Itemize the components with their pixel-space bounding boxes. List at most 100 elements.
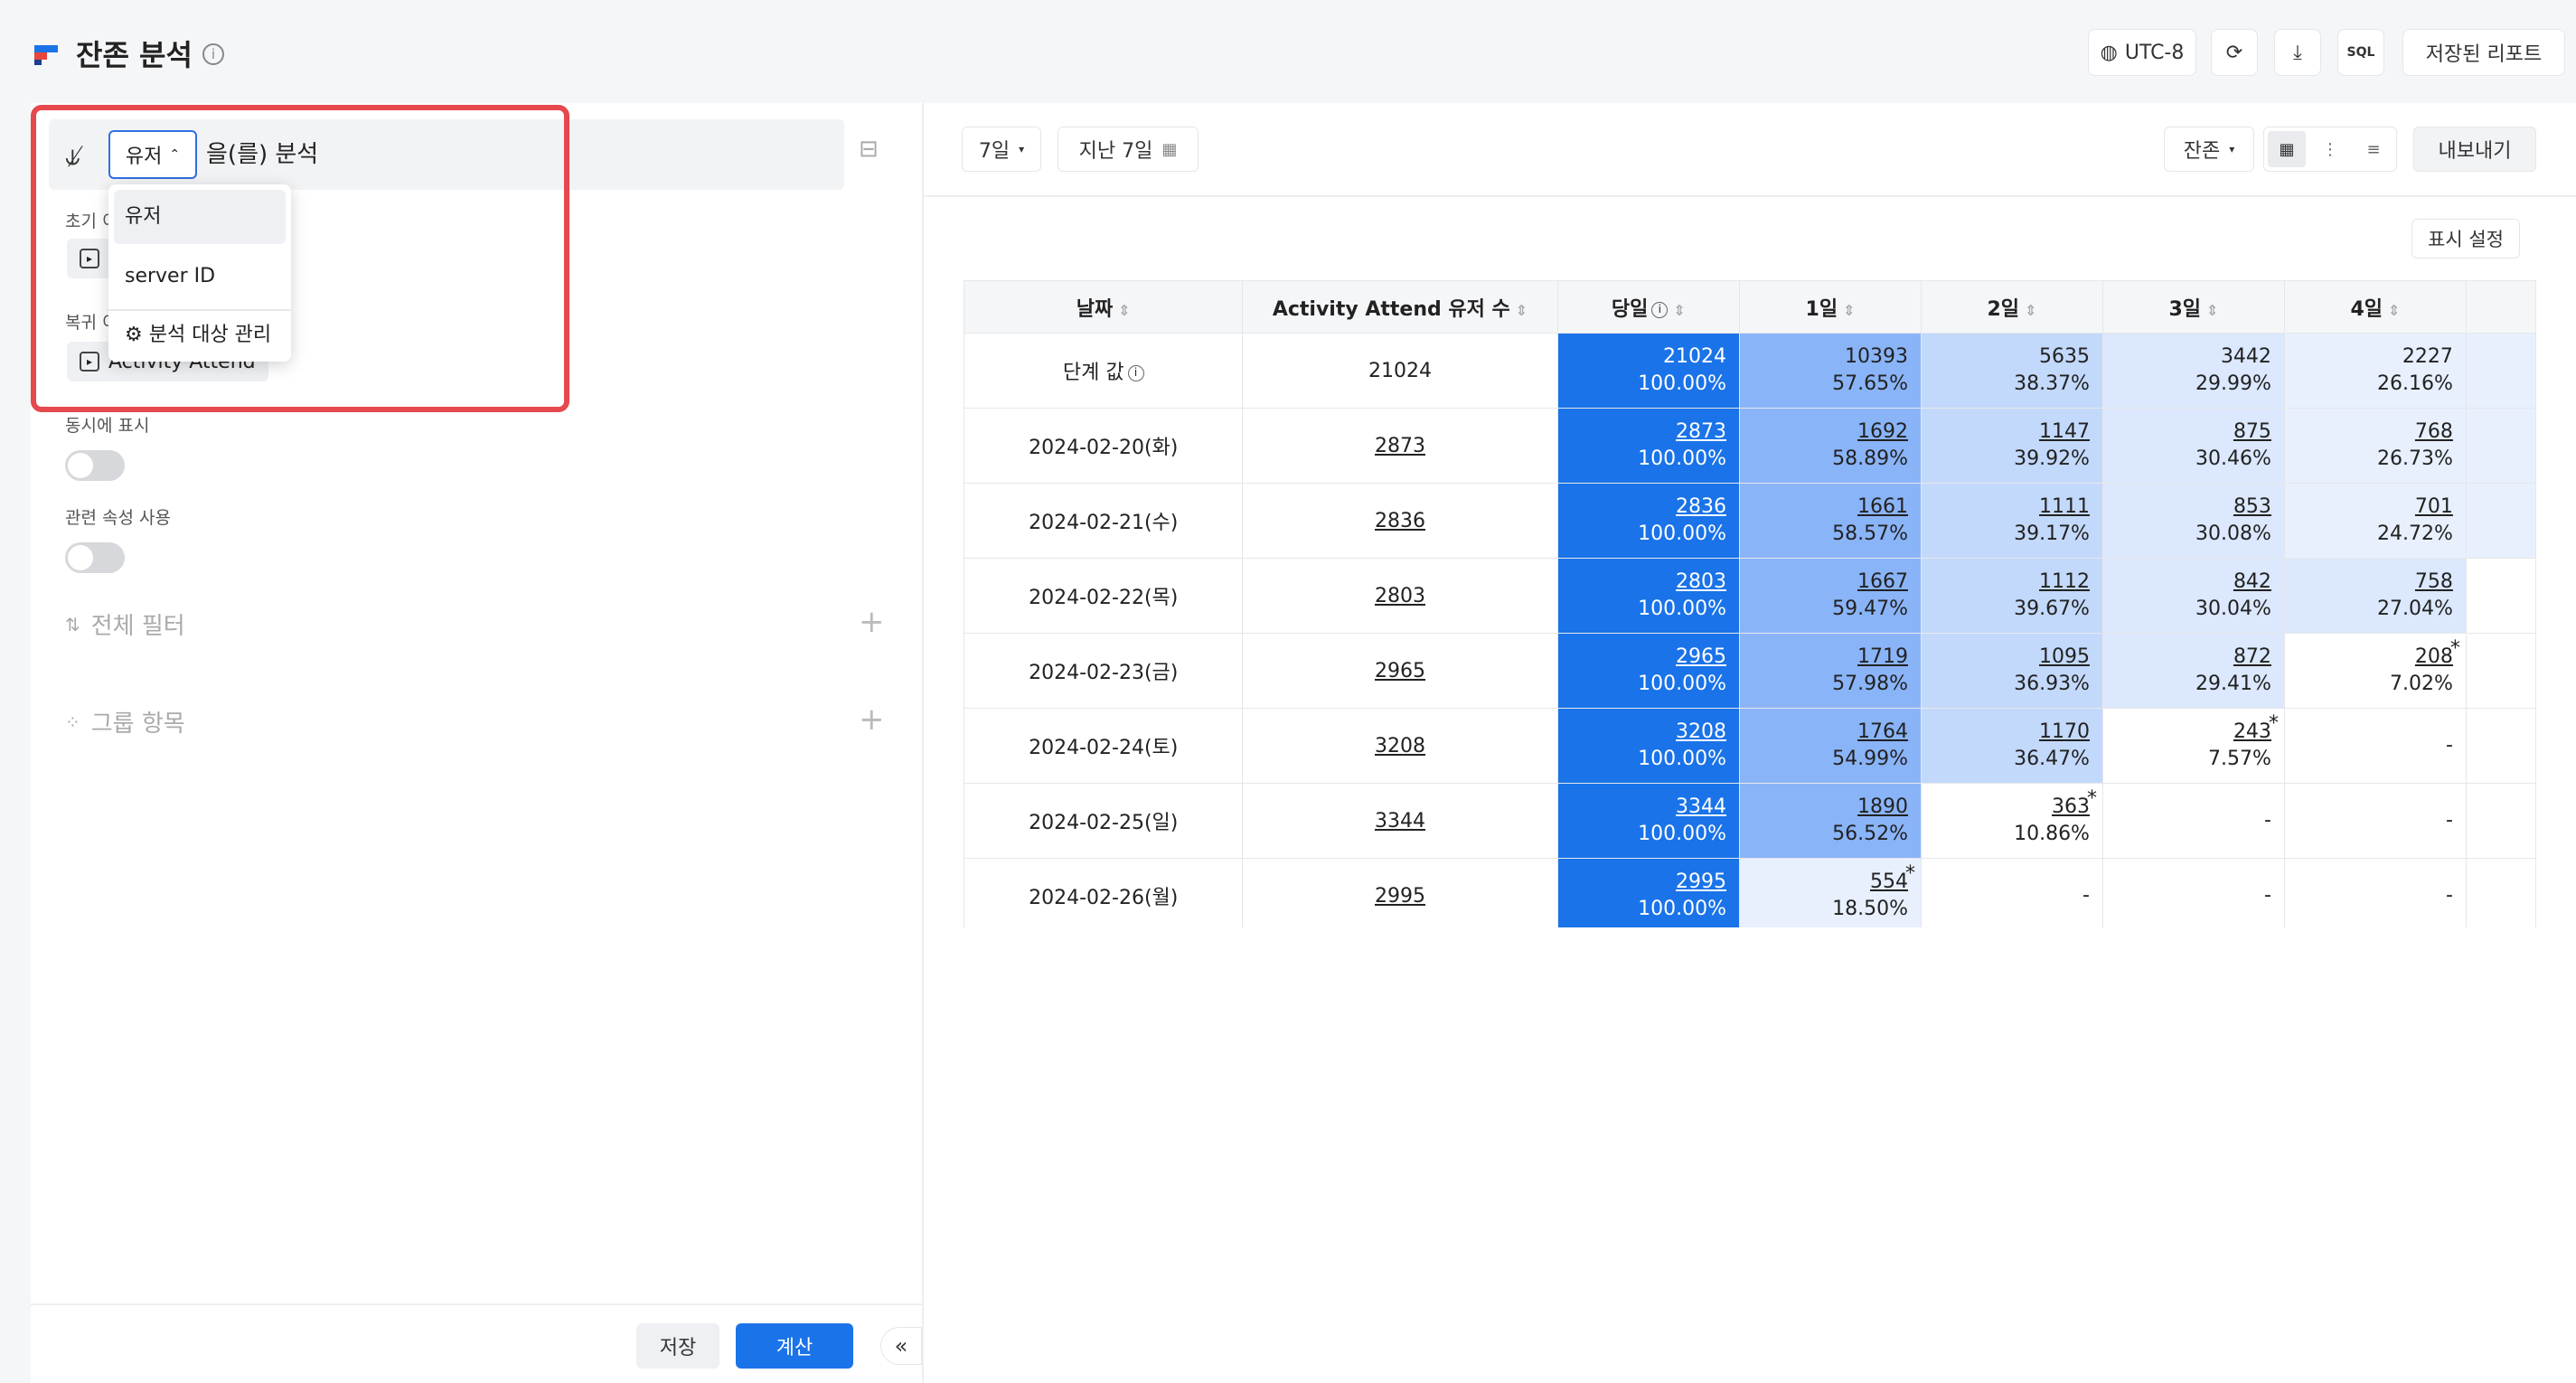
- info-icon[interactable]: i: [1651, 301, 1669, 318]
- manage-subjects-item[interactable]: ⚙ 분석 대상 관리: [114, 313, 286, 358]
- count-cell[interactable]: 2965: [1242, 633, 1558, 709]
- retention-cell[interactable]: 208 7.02% *: [2283, 633, 2467, 709]
- header-day4[interactable]: 4일 ⇕: [2283, 280, 2467, 334]
- retention-cell[interactable]: 243 7.57% *: [2101, 708, 2285, 784]
- info-icon[interactable]: i: [1127, 365, 1144, 381]
- retention-cell[interactable]: 554 18.50% *: [1739, 858, 1922, 927]
- retention-percent: 100.00%: [1638, 447, 1727, 470]
- refresh-button[interactable]: ⟳: [2211, 29, 2258, 76]
- retention-percent: 56.52%: [1832, 823, 1908, 845]
- retention-cell[interactable]: 1764 54.99%: [1739, 708, 1922, 784]
- info-icon[interactable]: i: [202, 43, 224, 65]
- sort-icon[interactable]: ⇕: [1516, 302, 1528, 319]
- header-date[interactable]: 날짜 ⇕: [964, 280, 1244, 334]
- toolbar-divider: [924, 195, 2576, 197]
- retention-cell[interactable]: 853 30.08%: [2101, 483, 2285, 559]
- collapse-panel-button[interactable]: «: [880, 1327, 922, 1365]
- save-button[interactable]: 저장: [636, 1323, 719, 1369]
- chevron-down-icon: ▾: [2229, 143, 2235, 155]
- count-cell[interactable]: 3208: [1242, 708, 1558, 784]
- metric-select[interactable]: 잔존 ▾: [2164, 127, 2254, 172]
- overflow-cell: [2465, 408, 2536, 484]
- header-day3[interactable]: 3일 ⇕: [2101, 280, 2285, 334]
- header-day1[interactable]: 1일 ⇕: [1739, 280, 1922, 334]
- retention-cell[interactable]: 2873 100.00%: [1556, 408, 1741, 484]
- retention-cell[interactable]: 1112 39.67%: [1921, 558, 2103, 634]
- download-button[interactable]: ⤓: [2274, 29, 2321, 76]
- chart-view-icon[interactable]: ⋮: [2311, 131, 2349, 167]
- retention-cell[interactable]: 1661 58.57%: [1739, 483, 1922, 559]
- sort-icon[interactable]: ⇕: [1843, 302, 1855, 319]
- retention-cell[interactable]: 875 30.46%: [2101, 408, 2285, 484]
- period-select[interactable]: 7일 ▾: [962, 127, 1041, 172]
- count-cell[interactable]: 2803: [1242, 558, 1558, 634]
- calculate-button[interactable]: 계산: [736, 1323, 853, 1369]
- add-group-button[interactable]: +: [859, 701, 885, 738]
- dropdown-item-server-id[interactable]: server ID: [114, 249, 286, 304]
- overflow-cell: [2465, 708, 2536, 784]
- count-cell[interactable]: 2995: [1242, 858, 1558, 927]
- retention-cell[interactable]: 2995 100.00%: [1556, 858, 1741, 927]
- retention-count: 875: [2233, 420, 2271, 443]
- bar-view-icon[interactable]: ≡: [2355, 131, 2393, 167]
- retention-cell[interactable]: 10393 57.65%: [1739, 333, 1922, 409]
- related-property-toggle[interactable]: [65, 542, 125, 573]
- retention-cell[interactable]: 2227 26.16%: [2283, 333, 2467, 409]
- retention-cell[interactable]: 2965 100.00%: [1556, 633, 1741, 709]
- retention-cell[interactable]: 758 27.04%: [2283, 558, 2467, 634]
- footer-divider: [31, 1303, 922, 1305]
- retention-cell: -: [1921, 858, 2103, 927]
- memo-icon[interactable]: ⊟: [859, 136, 879, 163]
- retention-cell[interactable]: 2803 100.00%: [1556, 558, 1741, 634]
- header-count[interactable]: Activity Attend 유저 수 ⇕: [1242, 280, 1558, 334]
- header-day0[interactable]: 당일 i ⇕: [1556, 280, 1741, 334]
- download-icon: ⤓: [2293, 41, 2302, 64]
- retention-cell[interactable]: 872 29.41%: [2101, 633, 2285, 709]
- count-cell[interactable]: 3344: [1242, 783, 1558, 859]
- display-settings-button[interactable]: 표시 설정: [2411, 219, 2520, 259]
- retention-cell[interactable]: 2836 100.00%: [1556, 483, 1741, 559]
- table-view-icon[interactable]: ▦: [2268, 131, 2306, 167]
- overflow-cell: [2465, 558, 2536, 634]
- count-cell[interactable]: 2873: [1242, 408, 1558, 484]
- dropdown-item-user[interactable]: 유저: [114, 190, 286, 244]
- sort-icon[interactable]: ⇕: [1118, 302, 1130, 319]
- add-filter-button[interactable]: +: [859, 604, 885, 640]
- globe-icon: ◍: [2100, 41, 2118, 64]
- sql-button[interactable]: SQL: [2337, 29, 2384, 76]
- filter-icon: ⇅: [65, 613, 80, 635]
- show-simultaneous-toggle[interactable]: [65, 450, 125, 481]
- date-range-picker[interactable]: 지난 7일 ▦: [1058, 127, 1199, 172]
- retention-cell[interactable]: 1719 57.98%: [1739, 633, 1922, 709]
- export-button[interactable]: 내보내기: [2413, 127, 2536, 172]
- retention-cell[interactable]: 1890 56.52%: [1739, 783, 1922, 859]
- retention-cell[interactable]: 3344 100.00%: [1556, 783, 1741, 859]
- grid-icon: ⁘: [65, 710, 80, 733]
- retention-cell[interactable]: 842 30.04%: [2101, 558, 2285, 634]
- retention-cell[interactable]: 768 26.73%: [2283, 408, 2467, 484]
- retention-cell[interactable]: 1170 36.47%: [1921, 708, 2103, 784]
- retention-cell[interactable]: 21024 100.00%: [1556, 333, 1741, 409]
- retention-cell[interactable]: 1692 58.89%: [1739, 408, 1922, 484]
- retention-cell[interactable]: 1111 39.17%: [1921, 483, 2103, 559]
- sort-icon[interactable]: ⇕: [1673, 302, 1685, 319]
- retention-cell[interactable]: 701 24.72%: [2283, 483, 2467, 559]
- header-day2[interactable]: 2일 ⇕: [1921, 280, 2103, 334]
- sort-icon[interactable]: ⇕: [2206, 302, 2218, 319]
- retention-cell[interactable]: 363 10.86% *: [1921, 783, 2103, 859]
- retention-count: 1095: [2038, 645, 2090, 668]
- retention-cell[interactable]: 1667 59.47%: [1739, 558, 1922, 634]
- retention-cell: -: [2283, 783, 2467, 859]
- sort-icon[interactable]: ⇕: [2388, 302, 2400, 319]
- retention-cell[interactable]: 3208 100.00%: [1556, 708, 1741, 784]
- retention-cell[interactable]: 1095 36.93%: [1921, 633, 2103, 709]
- retention-cell[interactable]: 1147 39.92%: [1921, 408, 2103, 484]
- retention-count: 2803: [1676, 570, 1727, 593]
- retention-cell[interactable]: 3442 29.99%: [2101, 333, 2285, 409]
- timezone-button[interactable]: ◍ UTC-8: [2088, 29, 2196, 76]
- retention-cell[interactable]: 5635 38.37%: [1921, 333, 2103, 409]
- saved-reports-button[interactable]: 저장된 리포트: [2402, 29, 2565, 76]
- count-cell[interactable]: 2836: [1242, 483, 1558, 559]
- sort-icon[interactable]: ⇕: [2025, 302, 2036, 319]
- retention-count: 1170: [2038, 720, 2090, 743]
